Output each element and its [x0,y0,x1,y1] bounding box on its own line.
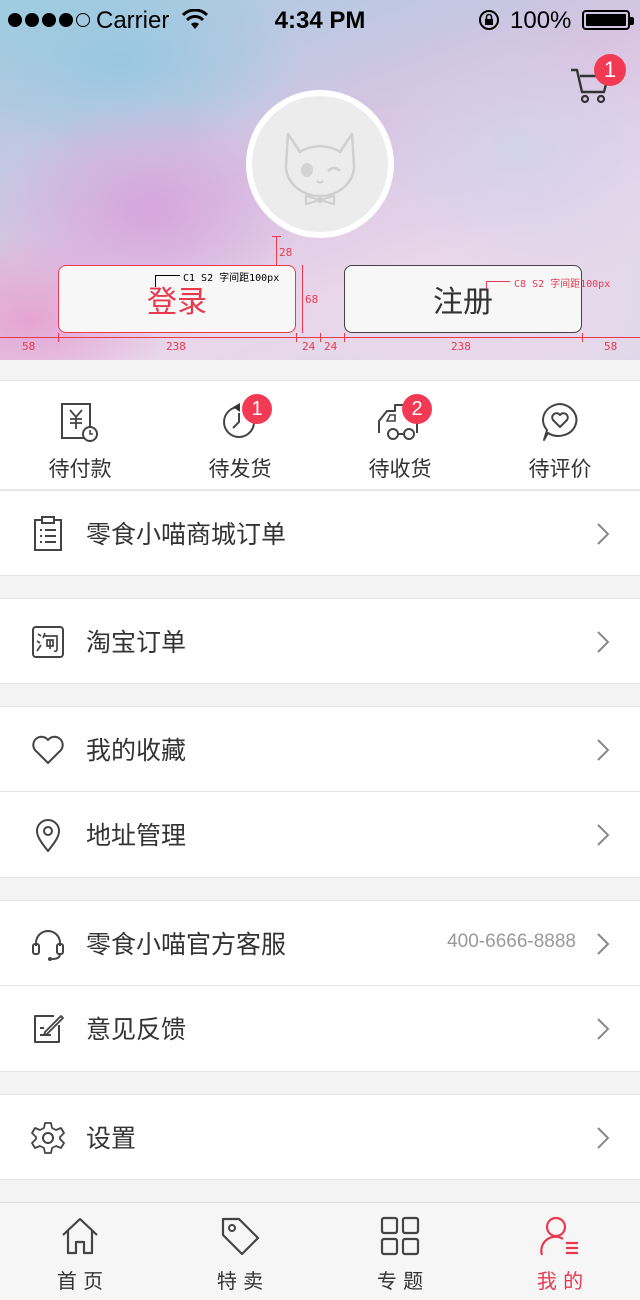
avatar[interactable] [246,90,394,238]
tab-home-label: 首 页 [56,1269,104,1293]
battery-icon [582,10,634,30]
chevron-right-icon [597,1018,610,1040]
spec-margin-left: 58 [22,340,36,353]
favorites-label: 我的收藏 [86,736,187,765]
address-label: 地址管理 [86,821,187,850]
chevron-right-icon [597,631,610,653]
taobao-orders-row[interactable]: 淘宝订单 [0,598,640,684]
customer-service-label: 零食小喵官方客服 [86,930,287,959]
battery-percent: 100% [510,7,572,34]
review-icon [542,403,578,441]
clipboard-icon [34,516,62,551]
heart-icon [32,735,64,764]
order-status-bar: 待付款 1 待发货 2 待收货 待评价 [0,380,640,490]
spec-gap-top: 28 [279,246,293,259]
location-pin-icon [36,819,60,852]
spec-login-note: C1 S2 字间距100px [183,273,280,284]
cat-avatar-icon [284,132,356,206]
chevron-right-icon [597,824,610,846]
spec-margin-right: 58 [604,340,618,353]
chevron-right-icon [597,933,610,955]
taobao-orders-label: 淘宝订单 [86,628,187,657]
tab-topics-label: 专 题 [376,1269,424,1293]
customer-service-phone[interactable]: 400-6666-8888 [447,931,576,953]
tab-sale-label: 特 卖 [216,1269,264,1293]
tab-topics[interactable]: 专 题 [320,1203,480,1300]
favorites-row[interactable]: 我的收藏 [0,706,640,792]
tag-icon [221,1217,260,1256]
spec-gap-left: 24 [302,340,316,353]
order-pending-receipt-label: 待收货 [368,457,432,481]
spec-gap-right: 24 [324,340,338,353]
spec-register-note: C8 S2 字间距100px [514,279,611,290]
profile-icon [540,1216,578,1256]
settings-label: 设置 [86,1124,137,1153]
status-bar: Carrier 4:34 PM 100% [0,0,640,40]
chevron-right-icon [597,523,610,545]
grid-icon [380,1216,420,1256]
profile-header: Carrier 4:34 PM 100% 1 登录 注册 28 68 58 23… [0,0,640,360]
taobao-icon [32,626,64,658]
home-icon [62,1217,98,1255]
customer-service-row[interactable]: 零食小喵官方客服 400-6666-8888 [0,900,640,986]
spec-button-width-right: 238 [451,340,471,353]
order-pending-shipment-label: 待发货 [208,457,272,481]
order-pending-review-label: 待评价 [528,457,592,481]
tab-mine-label: 我 的 [536,1269,584,1293]
headset-icon [32,930,64,961]
tab-bar: 首 页 特 卖 专 题 我 的 [0,1202,640,1300]
spec-button-width-left: 238 [166,340,186,353]
gear-icon [31,1122,65,1154]
mall-orders-label: 零食小喵商城订单 [86,520,287,549]
chevron-right-icon [597,739,610,761]
cart-badge: 1 [594,54,626,86]
cart-button[interactable]: 1 [568,54,626,108]
shipment-badge: 1 [242,394,272,424]
tab-mine[interactable]: 我 的 [480,1203,640,1300]
receipt-badge: 2 [402,394,432,424]
order-pending-payment-label: 待付款 [48,457,112,481]
chevron-right-icon [597,1127,610,1149]
address-row[interactable]: 地址管理 [0,792,640,878]
payment-icon [61,403,98,442]
mall-orders-row[interactable]: 零食小喵商城订单 [0,490,640,576]
edit-note-icon [34,1015,64,1043]
spec-button-height: 68 [305,293,319,306]
order-pending-shipment[interactable]: 1 待发货 [160,381,320,491]
feedback-row[interactable]: 意见反馈 [0,986,640,1072]
order-pending-review[interactable]: 待评价 [480,381,640,491]
rotation-lock-icon [479,10,499,30]
tab-sale[interactable]: 特 卖 [160,1203,320,1300]
tab-home[interactable]: 首 页 [0,1203,160,1300]
settings-row[interactable]: 设置 [0,1094,640,1180]
feedback-label: 意见反馈 [86,1015,187,1044]
order-pending-receipt[interactable]: 2 待收货 [320,381,480,491]
order-pending-payment[interactable]: 待付款 [0,381,160,491]
